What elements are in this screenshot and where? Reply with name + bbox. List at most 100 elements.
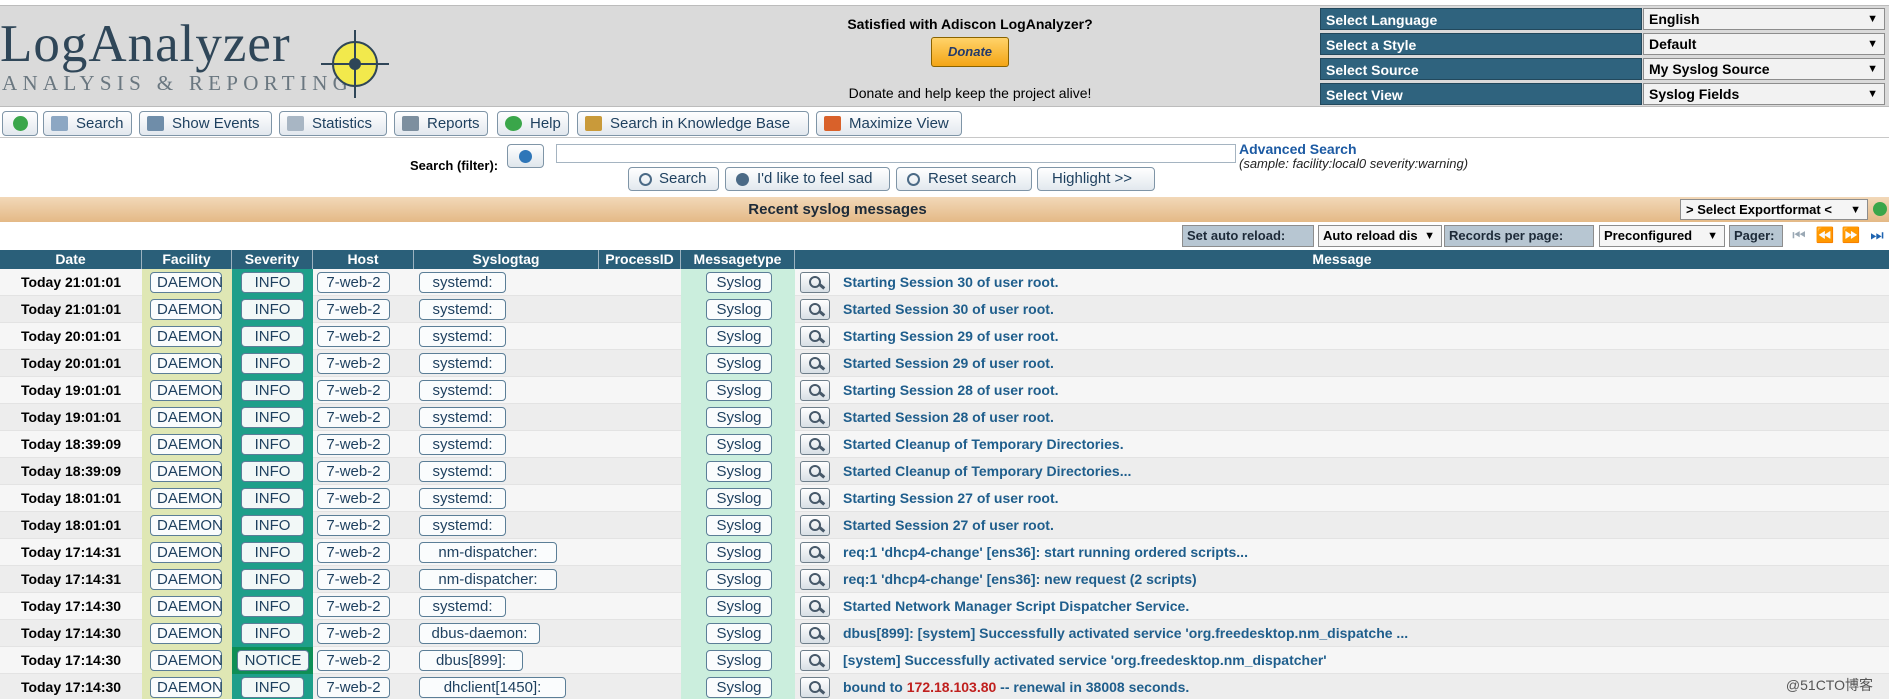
severity-badge[interactable]: INFO	[241, 596, 304, 617]
search-submit-button[interactable]: Search	[628, 167, 719, 191]
facility-badge[interactable]: DAEMON	[150, 623, 223, 644]
host-badge[interactable]: 7-web-2	[317, 380, 390, 401]
message-link[interactable]: Started Network Manager Script Dispatche…	[843, 593, 1189, 620]
message-details-button[interactable]	[800, 677, 830, 698]
host-badge[interactable]: 7-web-2	[317, 596, 390, 617]
messagetype-badge[interactable]: Syslog	[706, 272, 772, 293]
message-link[interactable]: Started Cleanup of Temporary Directories…	[843, 431, 1124, 458]
message-link[interactable]: Started Session 27 of user root.	[843, 512, 1054, 539]
home-button[interactable]	[2, 111, 38, 136]
message-link[interactable]: Starting Session 28 of user root.	[843, 377, 1059, 404]
message-link[interactable]: req:1 'dhcp4-change' [ens36]: new reques…	[843, 566, 1197, 593]
severity-badge[interactable]: INFO	[241, 434, 304, 455]
host-badge[interactable]: 7-web-2	[317, 515, 390, 536]
messagetype-badge[interactable]: Syslog	[706, 434, 772, 455]
facility-badge[interactable]: DAEMON	[150, 569, 223, 590]
auto-reload-select[interactable]: Auto reload dis ▼	[1318, 225, 1442, 247]
message-link[interactable]: dbus[899]: [system] Successfully activat…	[843, 620, 1408, 647]
message-details-button[interactable]	[800, 542, 830, 563]
message-link[interactable]: req:1 'dhcp4-change' [ens36]: start runn…	[843, 539, 1248, 566]
messagetype-badge[interactable]: Syslog	[706, 299, 772, 320]
message-link[interactable]: Starting Session 29 of user root.	[843, 323, 1059, 350]
host-badge[interactable]: 7-web-2	[317, 569, 390, 590]
severity-badge[interactable]: INFO	[241, 461, 304, 482]
host-badge[interactable]: 7-web-2	[317, 299, 390, 320]
host-badge[interactable]: 7-web-2	[317, 353, 390, 374]
highlight-button[interactable]: Highlight >>	[1037, 167, 1155, 191]
syslogtag-badge[interactable]: systemd:	[419, 461, 506, 482]
message-details-button[interactable]	[800, 272, 830, 293]
host-badge[interactable]: 7-web-2	[317, 326, 390, 347]
message-details-button[interactable]	[800, 515, 830, 536]
column-processid[interactable]: ProcessID	[599, 250, 681, 269]
message-link[interactable]: Started Session 29 of user root.	[843, 350, 1054, 377]
syslogtag-badge[interactable]: systemd:	[419, 353, 506, 374]
syslogtag-badge[interactable]: systemd:	[419, 380, 506, 401]
messagetype-badge[interactable]: Syslog	[706, 326, 772, 347]
facility-badge[interactable]: DAEMON	[150, 407, 223, 428]
facility-badge[interactable]: DAEMON	[150, 488, 223, 509]
view-select[interactable]: Syslog Fields ▼	[1643, 83, 1885, 105]
messagetype-badge[interactable]: Syslog	[706, 623, 772, 644]
first-page-icon[interactable]: ⏮	[1789, 226, 1809, 246]
messagetype-badge[interactable]: Syslog	[706, 569, 772, 590]
syslogtag-badge[interactable]: nm-dispatcher:	[419, 542, 557, 563]
message-details-button[interactable]	[800, 623, 830, 644]
message-details-button[interactable]	[800, 407, 830, 428]
messagetype-badge[interactable]: Syslog	[706, 461, 772, 482]
syslogtag-badge[interactable]: systemd:	[419, 272, 506, 293]
facility-badge[interactable]: DAEMON	[150, 515, 223, 536]
message-details-button[interactable]	[800, 650, 830, 671]
severity-badge[interactable]: INFO	[241, 488, 304, 509]
export-format-select[interactable]: > Select Exportformat < ▼	[1680, 199, 1868, 220]
message-details-button[interactable]	[800, 353, 830, 374]
syslogtag-badge[interactable]: systemd:	[419, 488, 506, 509]
messagetype-badge[interactable]: Syslog	[706, 596, 772, 617]
host-badge[interactable]: 7-web-2	[317, 542, 390, 563]
severity-badge[interactable]: INFO	[241, 326, 304, 347]
messagetype-badge[interactable]: Syslog	[706, 353, 772, 374]
syslogtag-badge[interactable]: systemd:	[419, 326, 506, 347]
next-page-icon[interactable]: ⏩	[1841, 226, 1861, 246]
syslogtag-badge[interactable]: dhclient[1450]:	[419, 677, 566, 698]
messagetype-badge[interactable]: Syslog	[706, 650, 772, 671]
host-badge[interactable]: 7-web-2	[317, 623, 390, 644]
severity-badge[interactable]: INFO	[241, 407, 304, 428]
message-details-button[interactable]	[800, 596, 830, 617]
export-icon[interactable]	[1872, 201, 1889, 218]
facility-badge[interactable]: DAEMON	[150, 353, 223, 374]
severity-badge[interactable]: INFO	[241, 299, 304, 320]
severity-badge[interactable]: INFO	[241, 677, 304, 698]
column-facility[interactable]: Facility	[142, 250, 232, 269]
facility-badge[interactable]: DAEMON	[150, 326, 223, 347]
search-button[interactable]: Search	[43, 111, 132, 136]
severity-badge[interactable]: NOTICE	[237, 650, 309, 671]
message-link[interactable]: Started Session 28 of user root.	[843, 404, 1054, 431]
column-message[interactable]: Message	[795, 250, 1889, 269]
column-syslogtag[interactable]: Syslogtag	[414, 250, 599, 269]
show-events-button[interactable]: Show Events	[139, 111, 272, 136]
feel-sad-button[interactable]: I'd like to feel sad	[725, 167, 890, 191]
severity-badge[interactable]: INFO	[241, 542, 304, 563]
message-link[interactable]: Started Cleanup of Temporary Directories…	[843, 458, 1131, 485]
message-details-button[interactable]	[800, 326, 830, 347]
host-badge[interactable]: 7-web-2	[317, 434, 390, 455]
advanced-search-link[interactable]: Advanced Search	[1239, 141, 1357, 157]
column-date[interactable]: Date	[0, 250, 142, 269]
severity-badge[interactable]: INFO	[241, 623, 304, 644]
messagetype-badge[interactable]: Syslog	[706, 407, 772, 428]
column-severity[interactable]: Severity	[232, 250, 313, 269]
facility-badge[interactable]: DAEMON	[150, 461, 223, 482]
last-page-icon[interactable]: ⏭	[1867, 226, 1887, 246]
column-host[interactable]: Host	[313, 250, 414, 269]
host-badge[interactable]: 7-web-2	[317, 677, 390, 698]
syslogtag-badge[interactable]: systemd:	[419, 515, 506, 536]
message-details-button[interactable]	[800, 569, 830, 590]
prev-page-icon[interactable]: ⏪	[1815, 226, 1835, 246]
messagetype-badge[interactable]: Syslog	[706, 515, 772, 536]
reports-button[interactable]: Reports	[394, 111, 488, 136]
message-link[interactable]: Starting Session 27 of user root.	[843, 485, 1059, 512]
source-select[interactable]: My Syslog Source ▼	[1643, 58, 1885, 80]
syslogtag-badge[interactable]: dbus[899]:	[419, 650, 523, 671]
facility-badge[interactable]: DAEMON	[150, 650, 223, 671]
